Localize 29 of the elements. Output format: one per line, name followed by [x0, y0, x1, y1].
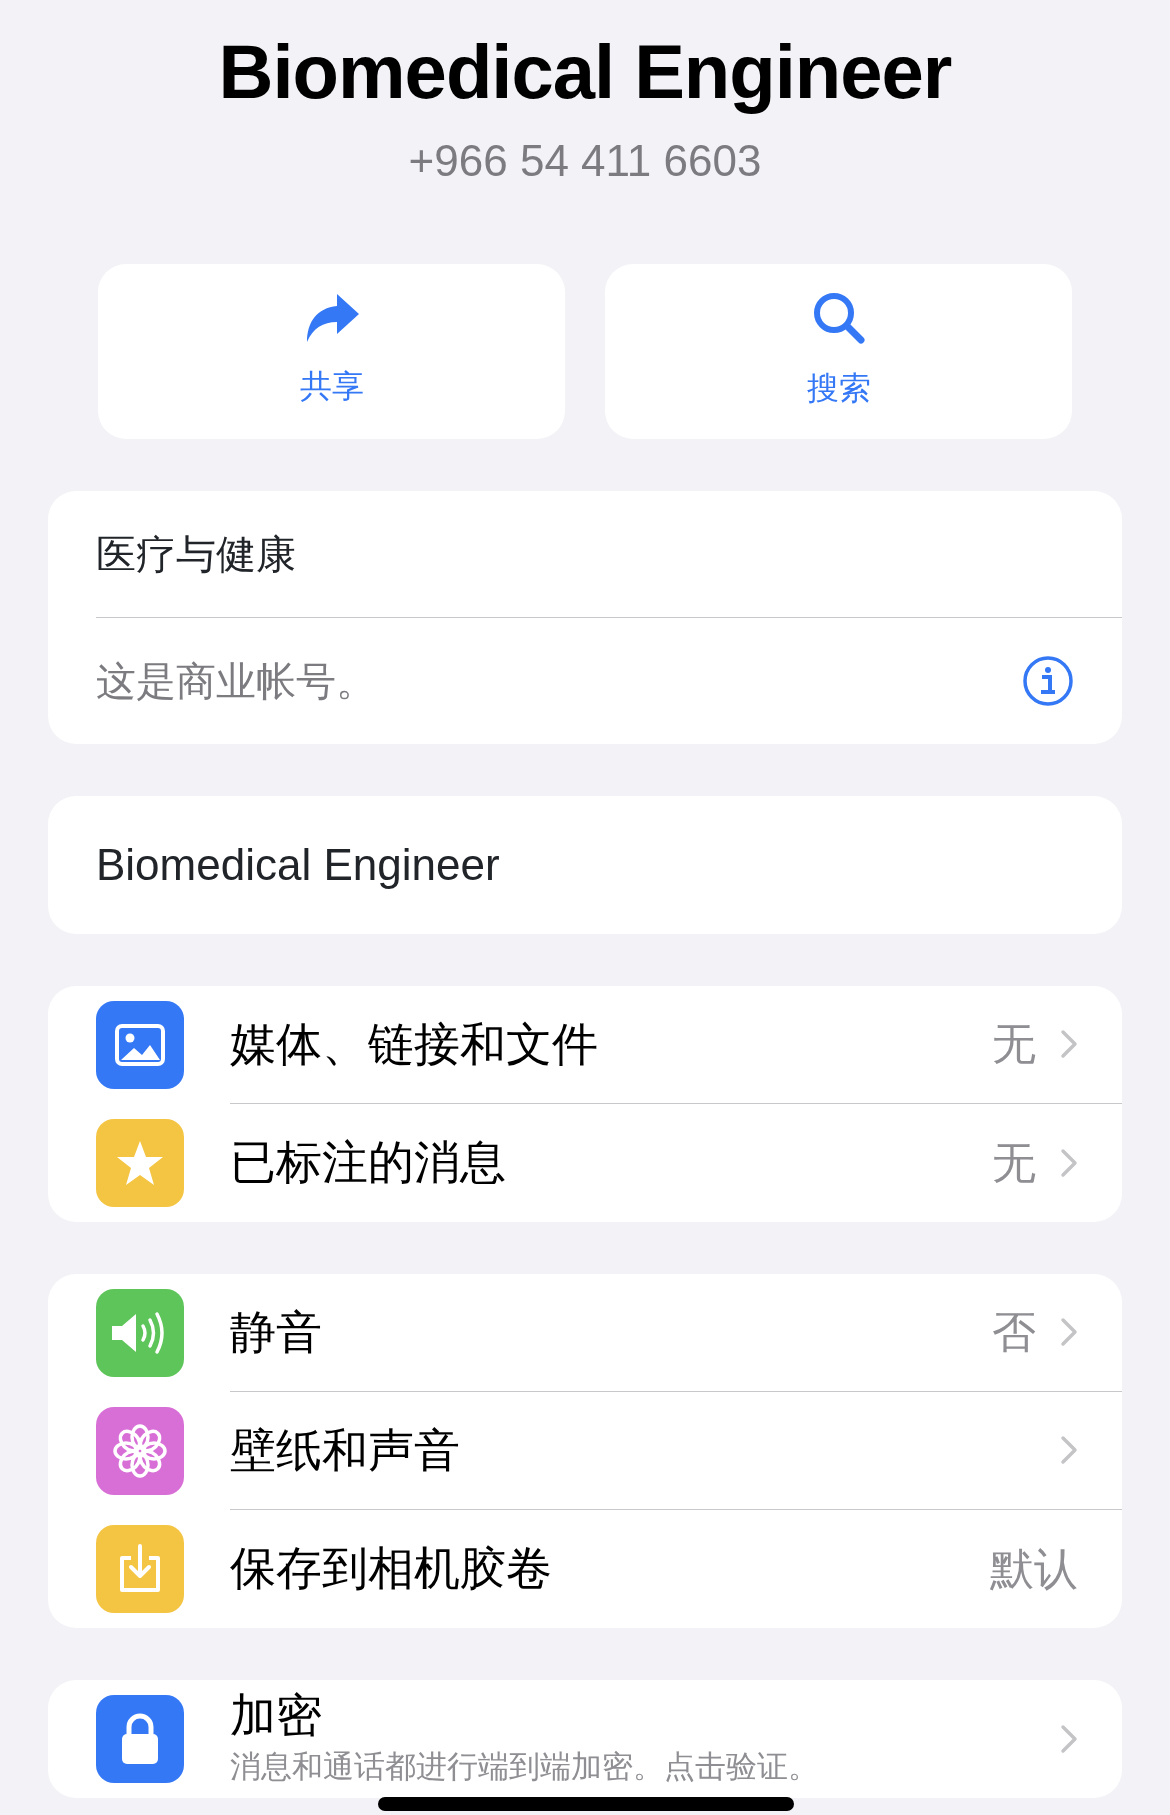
row-value: 无 — [992, 1018, 1036, 1071]
phone-number: +966 54 411 6603 — [407, 134, 763, 187]
settings-row[interactable]: 壁纸和声音 — [230, 1391, 1122, 1510]
settings-row[interactable]: 媒体、链接和文件 无 — [230, 985, 1122, 1104]
row-label: 加密 — [230, 1687, 323, 1743]
row-label: 壁纸和声音 — [230, 1423, 460, 1476]
row-label: 已标注的消息 — [230, 1136, 506, 1189]
row-value: 否 — [992, 1306, 1036, 1359]
settings-row[interactable]: 加密 消息和通话都进行端到端加密。点击验证。 — [230, 1679, 1122, 1798]
row-label: 媒体、链接和文件 — [230, 1017, 598, 1070]
search-button[interactable]: 搜索 — [605, 263, 1072, 439]
settings-row[interactable]: 保存到相机胶卷 默认 — [230, 1509, 1122, 1628]
row-label: 保存到相机胶卷 — [230, 1542, 552, 1595]
download-icon — [117, 1543, 163, 1594]
info-icon[interactable] — [1022, 654, 1074, 707]
bio-text: Biomedical Engineer — [95, 838, 501, 891]
settings-row[interactable]: 静音 否 — [230, 1273, 1122, 1392]
business-category: 医疗与健康 — [96, 530, 296, 578]
settings-row[interactable]: 已标注的消息 无 — [230, 1103, 1122, 1222]
row-value: 无 — [992, 1136, 1036, 1189]
row-subtitle: 消息和通话都进行端到端加密。点击验证。 — [230, 1748, 820, 1787]
flower-icon — [112, 1422, 168, 1479]
row-value: 默认 — [990, 1542, 1078, 1595]
row-label: 静音 — [230, 1305, 322, 1358]
profile-name: Biomedical Engineer — [217, 28, 953, 114]
share-button[interactable]: 共享 — [98, 263, 565, 439]
business-note: 这是商业帐号。 — [96, 657, 377, 705]
lock-icon — [120, 1711, 160, 1766]
image-icon — [115, 1023, 165, 1066]
